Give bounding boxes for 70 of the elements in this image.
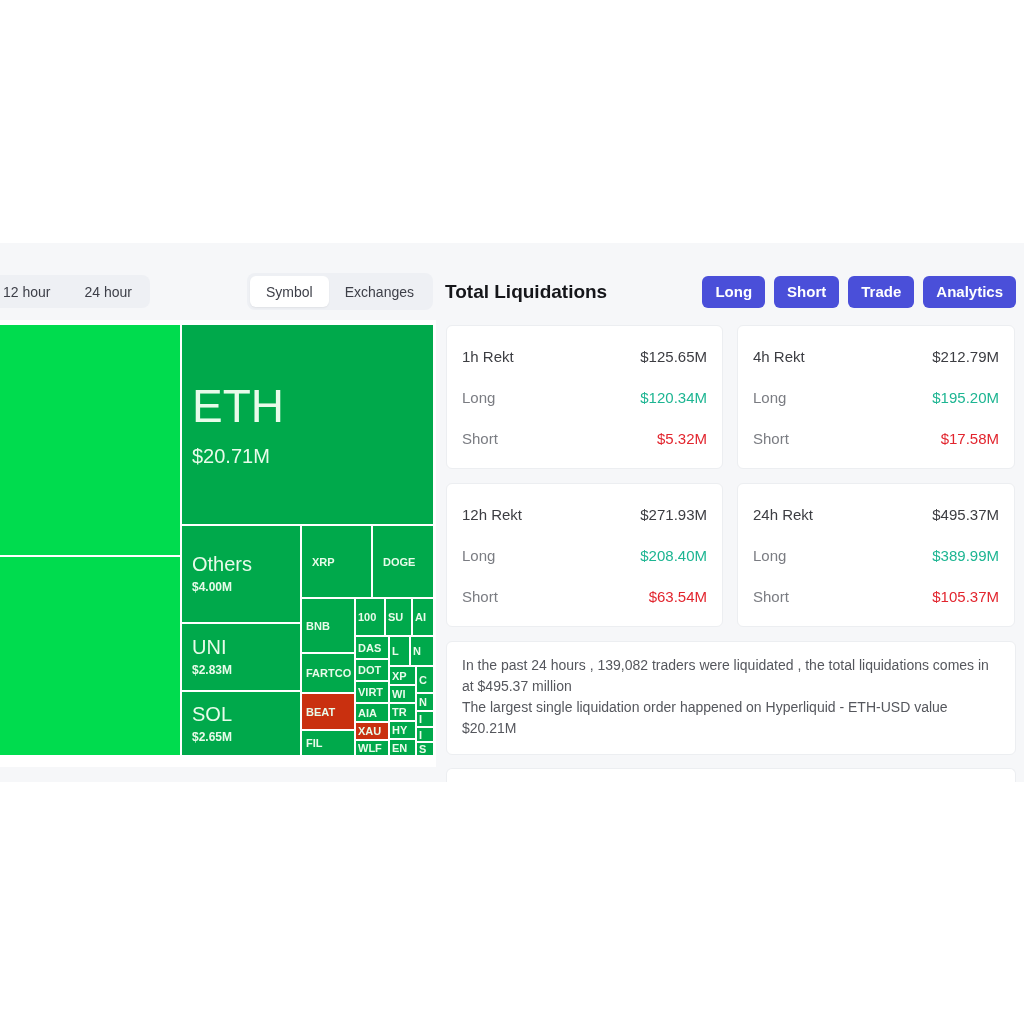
tile-label: I — [419, 728, 423, 741]
tile-label: BNB — [306, 619, 330, 632]
summary-text: In the past 24 hours , 139,082 traders were liquidated , the total liquidations comes in at $495.37 million — [462, 656, 990, 696]
time-range-tab[interactable]: 24 hour — [67, 275, 150, 308]
row-value: $5.32M — [656, 429, 707, 447]
nav-button[interactable]: Analytics — [923, 275, 1016, 308]
row-value: $63.54M — [648, 587, 707, 605]
nav-button[interactable]: Trade — [848, 275, 915, 308]
tile-label: AI — [415, 611, 426, 623]
summary-text: The largest single liquidation order happened on Hyperliquid - ETH-USD value $20.21M — [462, 698, 949, 738]
tile-label: WI — [392, 688, 406, 700]
row-value: $208.40M — [640, 546, 707, 564]
tile-label: FARTCO — [306, 667, 352, 679]
tile-label: SU — [388, 611, 404, 623]
row-value: $195.20M — [932, 388, 999, 406]
time-range-tab[interactable]: 12 hour — [0, 275, 68, 308]
tile-label: AIA — [358, 706, 377, 719]
tile-label: L — [392, 645, 399, 657]
row-label: Short — [753, 587, 789, 605]
section-title: Total Liquidations — [445, 280, 608, 303]
tile-label: 100 — [358, 611, 377, 623]
card-title: 12h Rekt — [462, 505, 523, 523]
row-label: Short — [753, 429, 789, 447]
row-label: Long — [753, 388, 787, 406]
card-title: 1h Rekt — [462, 347, 514, 365]
card-total: $212.79M — [932, 347, 999, 365]
row-label: Short — [462, 429, 498, 447]
tile-label: XRP — [312, 555, 335, 568]
tile-label: HY — [392, 724, 408, 736]
tile-label: DOGE — [383, 555, 416, 568]
tile-value: $2.65M — [192, 730, 233, 745]
tile-value: $4.00M — [192, 581, 233, 595]
tile-label: Others — [192, 553, 253, 576]
tile-label: N — [419, 696, 427, 708]
tile-label: UNI — [192, 636, 227, 659]
tile-label: ETH — [192, 382, 284, 429]
row-value: $105.37M — [932, 587, 999, 605]
tile-label: XP — [392, 669, 407, 682]
row-label: Long — [753, 546, 787, 564]
nav-button[interactable]: Short — [774, 275, 840, 308]
tile-label: I — [419, 713, 423, 725]
row-label: Long — [462, 388, 496, 406]
tile-label: N — [413, 645, 421, 657]
row-value: $17.58M — [940, 429, 999, 447]
tile-label: DOT — [358, 664, 382, 676]
tile-label: BEAT — [306, 705, 336, 718]
tile-label: EN — [392, 741, 408, 754]
tile-label: FIL — [306, 737, 323, 749]
tile-label: SOL — [192, 702, 233, 725]
tile-value: $2.83M — [192, 664, 233, 678]
tile-label: TR — [392, 706, 407, 718]
tile-label: DAS — [358, 641, 382, 654]
row-value: $389.99M — [932, 546, 999, 564]
card-title: 24h Rekt — [753, 505, 814, 523]
card-total: $125.65M — [640, 347, 707, 365]
card-title: 4h Rekt — [753, 347, 805, 365]
view-tab[interactable]: Symbol — [250, 276, 329, 307]
tile-label: C — [419, 673, 427, 686]
view-tab[interactable]: Exchanges — [328, 276, 430, 307]
tile-value: $20.71M — [192, 444, 270, 467]
tile-label: S — [419, 743, 427, 755]
tile-label: XAU — [358, 725, 382, 737]
row-label: Short — [462, 587, 498, 605]
row-label: Long — [462, 546, 496, 564]
nav-button[interactable]: Long — [702, 275, 766, 308]
tile-label: WLF — [358, 742, 382, 754]
tile-label: VIRT — [358, 686, 384, 698]
card-total: $271.93M — [640, 505, 707, 523]
row-value: $120.34M — [640, 388, 707, 406]
card-total: $495.37M — [932, 505, 999, 523]
